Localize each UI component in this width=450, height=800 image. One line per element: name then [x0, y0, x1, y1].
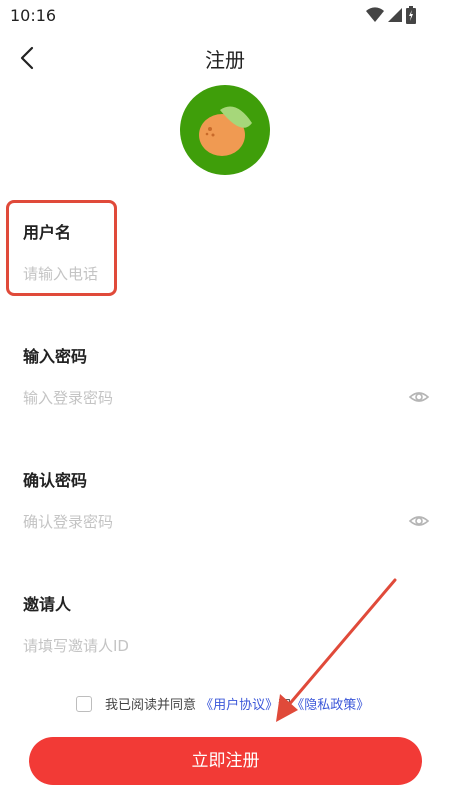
agreement-and: 和	[278, 698, 292, 713]
eye-icon[interactable]	[408, 386, 430, 408]
status-bar: 10:16	[0, 0, 450, 32]
agreement-text: 我已阅读并同意 《用户协议》和《隐私政策》	[105, 694, 369, 713]
agreement-row: 我已阅读并同意 《用户协议》和《隐私政策》	[76, 694, 369, 713]
inviter-label: 邀请人	[23, 595, 72, 614]
status-icons	[366, 6, 416, 24]
agreement-checkbox[interactable]	[76, 695, 92, 712]
agreement-prefix: 我已阅读并同意	[105, 698, 197, 713]
confirm-password-label: 确认密码	[23, 471, 88, 490]
password-label: 输入密码	[23, 347, 88, 366]
app-logo	[180, 85, 270, 175]
page-title: 注册	[205, 48, 245, 72]
register-button[interactable]: 立即注册	[29, 737, 422, 785]
eye-icon[interactable]	[408, 510, 430, 532]
nav-bar: 注册	[0, 32, 450, 84]
tangerine-icon	[199, 106, 252, 156]
wifi-icon	[366, 7, 384, 23]
username-input[interactable]	[23, 260, 413, 288]
confirm-password-input[interactable]	[23, 508, 393, 536]
battery-icon	[406, 6, 416, 24]
privacy-policy-link[interactable]: 《隐私政策》	[291, 698, 369, 713]
user-agreement-link[interactable]: 《用户协议》	[200, 698, 278, 713]
signal-icon	[388, 8, 402, 22]
inviter-input[interactable]	[23, 632, 413, 660]
password-input[interactable]	[23, 384, 393, 412]
username-label: 用户名	[23, 223, 72, 242]
status-time: 10:16	[10, 6, 57, 25]
